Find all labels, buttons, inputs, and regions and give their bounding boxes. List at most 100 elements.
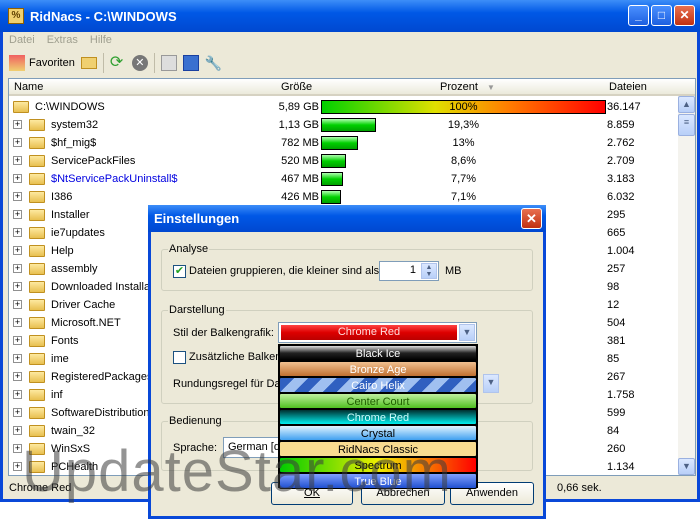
toolbar: Favoriten ⟳ ✕ 🔧 (3, 51, 222, 75)
column-files[interactable]: Dateien (609, 81, 647, 93)
row-size: 426 MB (281, 191, 319, 203)
scroll-thumb[interactable]: ≡ (678, 114, 695, 136)
expand-icon[interactable]: + (13, 282, 22, 291)
expand-icon[interactable]: + (13, 192, 22, 201)
bar-style-option[interactable]: Chrome Red (279, 409, 477, 425)
row-percent: 7,7% (450, 173, 477, 185)
expand-icon[interactable]: + (13, 462, 22, 471)
row-name: Fonts (51, 335, 79, 347)
folder-icon (29, 137, 45, 149)
row-name: WinSxS (51, 443, 91, 455)
folder-icon (29, 299, 45, 311)
column-name[interactable]: Name (14, 81, 43, 93)
dialog-close-button[interactable]: ✕ (521, 208, 542, 229)
table-row[interactable]: + ServicePackFiles 520 MB 8,6% 2.709 (9, 152, 679, 170)
settings-wrench-icon[interactable]: 🔧 (205, 55, 222, 71)
menu-hilfe[interactable]: Hilfe (90, 32, 112, 48)
folder-icon (29, 443, 45, 455)
table-row[interactable]: + $hf_mig$ 782 MB 13% 2.762 (9, 134, 679, 152)
maximize-button[interactable]: □ (651, 5, 672, 26)
folder-icon (29, 371, 45, 383)
table-row[interactable]: + $NtServicePackUninstall$ 467 MB 7,7% 3.183 (9, 170, 679, 188)
bar-style-option[interactable]: Bronze Age (279, 361, 477, 377)
row-files: 84 (607, 425, 620, 437)
save-icon[interactable] (182, 55, 199, 71)
expand-icon[interactable]: + (13, 174, 22, 183)
language-label: Sprache: (173, 442, 218, 454)
favorites-button[interactable]: Favoriten (9, 55, 75, 71)
vertical-scrollbar[interactable]: ▲ ≡ ▼ (678, 96, 695, 475)
bar-style-option[interactable]: Crystal (279, 425, 477, 441)
expand-icon[interactable]: + (13, 264, 22, 273)
expand-icon[interactable]: + (13, 210, 22, 219)
refresh-icon[interactable]: ⟳ (110, 55, 126, 71)
row-name: Installer (51, 209, 90, 221)
expand-icon[interactable]: + (13, 354, 22, 363)
row-files: 1.758 (607, 389, 635, 401)
close-button[interactable]: ✕ (674, 5, 695, 26)
extra-bars-checkbox[interactable] (173, 351, 186, 364)
row-percent: 13% (452, 137, 475, 149)
expand-icon[interactable]: + (13, 318, 22, 327)
separator (102, 53, 104, 73)
group-size-spinner[interactable]: ▲ ▼ (421, 263, 437, 279)
bar-style-option[interactable]: Black Ice (279, 345, 477, 361)
group-size-input[interactable]: 1 ▲ ▼ (379, 261, 439, 281)
minimize-button[interactable]: _ (628, 5, 649, 26)
table-row[interactable]: + system32 1,13 GB 19,3% 8.859 (9, 116, 679, 134)
bar-style-select[interactable]: Chrome Red ▼ (278, 322, 477, 343)
menu-extras[interactable]: Extras (47, 32, 78, 48)
row-files: 36.147 (607, 101, 641, 113)
group-size-unit: MB (445, 265, 462, 277)
bar-style-dropdown-list: Black Ice Bronze Age Cairo Helix Center Cou… (278, 344, 478, 489)
chevron-down-icon[interactable]: ▼ (459, 324, 475, 341)
expand-icon[interactable]: + (13, 336, 22, 345)
rounding-dropdown-chevron-icon[interactable]: ▼ (483, 374, 499, 393)
expand-icon[interactable]: + (13, 444, 22, 453)
expand-icon[interactable]: + (13, 138, 22, 147)
row-name: assembly (51, 263, 98, 275)
folder-icon (29, 155, 45, 167)
analyse-legend: Analyse (169, 243, 209, 255)
expand-icon[interactable]: + (13, 228, 22, 237)
row-name: Driver Cache (51, 299, 116, 311)
column-size[interactable]: Größe (281, 81, 312, 93)
folder-icon (29, 191, 45, 203)
open-folder-icon[interactable] (80, 57, 97, 69)
row-size: 520 MB (281, 155, 319, 167)
scroll-up-button[interactable]: ▲ (678, 96, 695, 113)
stop-icon[interactable]: ✕ (131, 55, 148, 71)
scroll-down-button[interactable]: ▼ (678, 458, 695, 475)
status-bar-style: Chrome Red (9, 482, 72, 494)
menu-datei[interactable]: Datei (9, 32, 35, 48)
bar-style-option[interactable]: Center Court (279, 393, 477, 409)
bar-style-option[interactable]: Cairo Helix (279, 377, 477, 393)
folder-icon (29, 317, 45, 329)
row-name: system32 (51, 119, 99, 131)
table-row[interactable]: + I386 426 MB 7,1% 6.032 (9, 188, 679, 206)
expand-icon[interactable]: + (13, 300, 22, 309)
table-row[interactable]: C:\WINDOWS 5,89 GB 100% 36.147 (9, 98, 679, 116)
expand-icon[interactable]: + (13, 408, 22, 417)
folder-icon (29, 173, 45, 185)
group-files-checkbox[interactable]: ✔ (173, 265, 186, 278)
language-select[interactable]: German [d (223, 437, 283, 458)
row-files: 3.183 (607, 173, 635, 185)
expand-icon[interactable]: + (13, 246, 22, 255)
column-percent[interactable]: Prozent (440, 81, 478, 93)
row-name: ServicePackFiles (51, 155, 136, 167)
bar-style-option[interactable]: RidNacs Classic (279, 441, 477, 457)
expand-icon[interactable]: + (13, 390, 22, 399)
expand-icon[interactable]: + (13, 156, 22, 165)
row-files: 260 (607, 443, 626, 455)
expand-icon[interactable]: + (13, 426, 22, 435)
folder-icon (29, 209, 45, 221)
row-name: RegisteredPackages (51, 371, 153, 383)
bar-style-option[interactable]: True Blue (279, 473, 477, 489)
export-icon[interactable] (160, 55, 177, 71)
expand-icon[interactable]: + (13, 372, 22, 381)
row-files: 8.859 (607, 119, 635, 131)
bar-style-option[interactable]: Spectrum (279, 457, 477, 473)
expand-icon[interactable]: + (13, 120, 22, 129)
row-name: I386 (51, 191, 73, 203)
